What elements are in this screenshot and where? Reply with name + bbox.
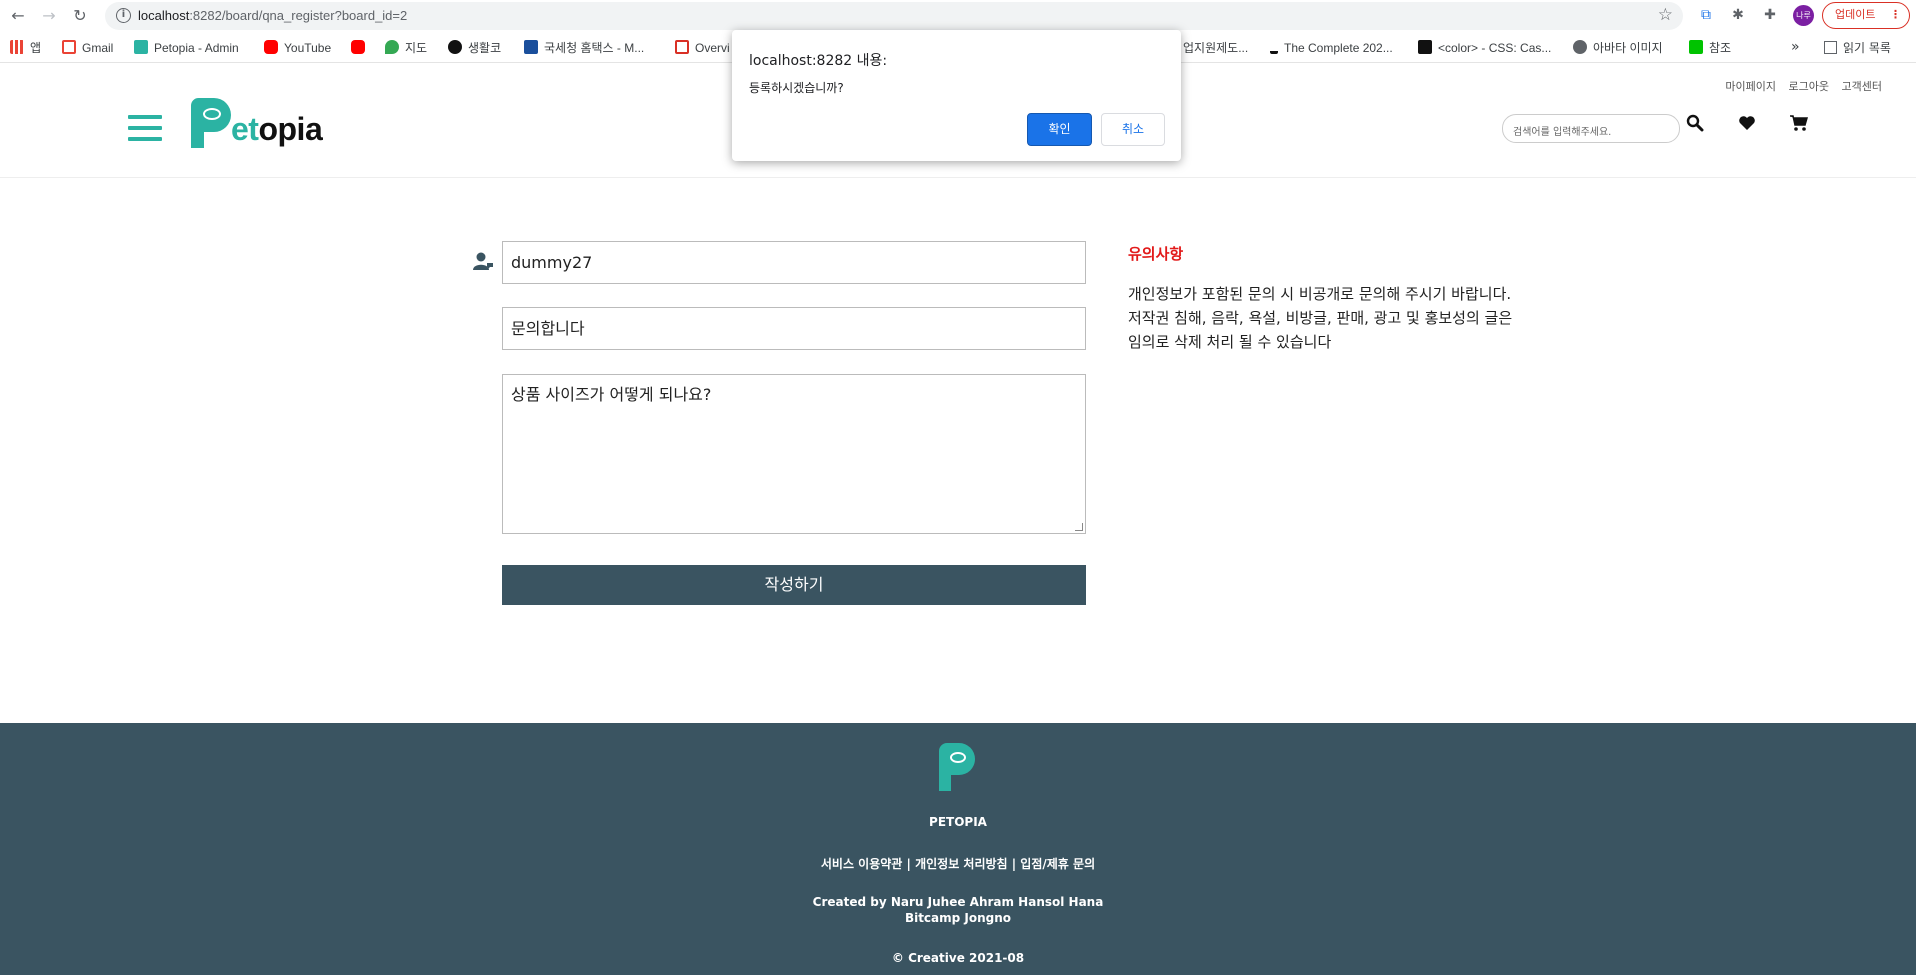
- site-footer: PETOPIA 서비스 이용약관 | 개인정보 처리방침 | 입점/제휴 문의 …: [0, 723, 1916, 975]
- bookmark-apps[interactable]: 앱: [10, 39, 41, 57]
- update-button[interactable]: 업데이트 ⋮: [1822, 2, 1910, 29]
- search-icon[interactable]: [1683, 114, 1707, 138]
- back-arrow-icon[interactable]: ←: [7, 5, 29, 27]
- dialog-cancel-button[interactable]: 취소: [1101, 113, 1165, 146]
- search-input[interactable]: 검색어를 입력해주세요.: [1502, 114, 1680, 143]
- bookmark-maps[interactable]: 지도: [385, 39, 427, 57]
- address-bar[interactable]: i localhost:8282/board/qna_register?boar…: [105, 2, 1683, 30]
- youtube-icon: [264, 40, 278, 54]
- footer-credits: Created by Naru Juhee Ahram Hansol Hana: [812, 895, 1104, 909]
- bookmark-overview[interactable]: Overvi: [675, 39, 730, 57]
- profile-avatar[interactable]: 나루: [1793, 5, 1814, 26]
- hometax-icon: [524, 40, 538, 54]
- globe-icon: [1573, 40, 1587, 54]
- footer-brand: PETOPIA: [929, 815, 987, 829]
- mypage-link[interactable]: 마이페이지: [1725, 80, 1776, 93]
- bookmarks-overflow-button[interactable]: »: [1791, 39, 1800, 55]
- udemy-icon: [1270, 40, 1278, 54]
- dialog-title: localhost:8282 내용:: [749, 53, 888, 69]
- bookmark-mdn[interactable]: <color> - CSS: Cas...: [1418, 39, 1551, 57]
- bookmark-petopia-admin[interactable]: Petopia - Admin: [134, 39, 239, 57]
- puzzle-extensions-icon[interactable]: ✚: [1761, 6, 1779, 24]
- oracle-icon: [675, 40, 689, 54]
- footer-school: Bitcamp Jongno: [904, 911, 1012, 925]
- mdn-icon: [1418, 40, 1432, 54]
- user-writer-icon: [473, 252, 495, 272]
- cart-icon[interactable]: [1787, 114, 1811, 138]
- dialog-message: 등록하시겠습니까?: [749, 81, 844, 95]
- title-field[interactable]: 문의합니다: [502, 307, 1086, 350]
- bookmark-youtube[interactable]: YouTube: [264, 39, 331, 57]
- footer-copyright: © Creative 2021-08: [891, 951, 1025, 965]
- logout-link[interactable]: 로그아웃: [1789, 80, 1829, 93]
- writer-field[interactable]: dummy27: [502, 241, 1086, 284]
- browser-toolbar: ← → ↻ i localhost:8282/board/qna_registe…: [0, 0, 1916, 31]
- content-text: 상품 사이즈가 어떻게 되나요?: [511, 385, 712, 404]
- bookmark-star-icon[interactable]: ☆: [1658, 5, 1673, 25]
- bookmark-reference[interactable]: 참조: [1689, 39, 1731, 57]
- translate-extension-icon[interactable]: ⧉: [1697, 6, 1715, 24]
- menu-dots-icon: ⋮: [1890, 8, 1901, 21]
- bookmark-udemy[interactable]: The Complete 202...: [1270, 39, 1393, 57]
- bookmark-gmail[interactable]: Gmail: [62, 39, 113, 57]
- youtube-icon: [351, 40, 365, 54]
- site-info-icon[interactable]: i: [116, 8, 131, 23]
- apps-grid-icon: [10, 40, 24, 54]
- reading-list-button[interactable]: 읽기 목록: [1824, 39, 1891, 56]
- maps-pin-icon: [385, 40, 399, 54]
- bug-extension-icon[interactable]: ✱: [1729, 6, 1747, 24]
- footer-links[interactable]: 서비스 이용약관 | 개인정보 처리방침 | 입점/제휴 문의: [0, 855, 1916, 872]
- reading-list-icon: [1824, 41, 1837, 54]
- bookmark-youtube-2[interactable]: [351, 39, 371, 57]
- heart-icon[interactable]: [1735, 114, 1759, 138]
- reload-icon[interactable]: ↻: [69, 5, 91, 27]
- forward-arrow-icon[interactable]: →: [38, 5, 60, 27]
- petopia-logo[interactable]: etopia: [191, 98, 323, 152]
- logo-p-mark: [191, 98, 231, 148]
- submit-button[interactable]: 작성하기: [502, 565, 1086, 605]
- content-textarea[interactable]: 상품 사이즈가 어떻게 되나요?: [502, 374, 1086, 534]
- url-text: localhost:8282/board/qna_register?board_…: [138, 8, 408, 23]
- bookmark-saenghwalko[interactable]: 생활코: [448, 39, 501, 57]
- hamburger-menu-icon[interactable]: [128, 115, 162, 141]
- dialog-ok-button[interactable]: 확인: [1027, 113, 1092, 146]
- line-icon: [1689, 40, 1703, 54]
- bookmark-hometax[interactable]: 국세청 홈택스 - M...: [524, 39, 644, 57]
- footer-logo-icon: [939, 743, 975, 791]
- notice-title: 유의사항: [1128, 245, 1184, 263]
- top-links: 마이페이지 로그아웃 고객센터: [1716, 78, 1882, 94]
- circle-icon: [448, 40, 462, 54]
- petopia-icon: [134, 40, 148, 54]
- notice-body: 개인정보가 포함된 문의 시 비공개로 문의해 주시기 바랍니다. 저작권 침해…: [1128, 285, 1513, 351]
- confirm-dialog: localhost:8282 내용: 등록하시겠습니까? 확인 취소: [732, 30, 1181, 161]
- bookmark-avatar-image[interactable]: 아바타 이미지: [1573, 39, 1663, 57]
- customer-center-link[interactable]: 고객센터: [1842, 80, 1882, 93]
- resize-handle[interactable]: [1075, 523, 1083, 531]
- bookmark-support[interactable]: 업지원제도...: [1183, 39, 1248, 57]
- gmail-icon: [62, 40, 76, 54]
